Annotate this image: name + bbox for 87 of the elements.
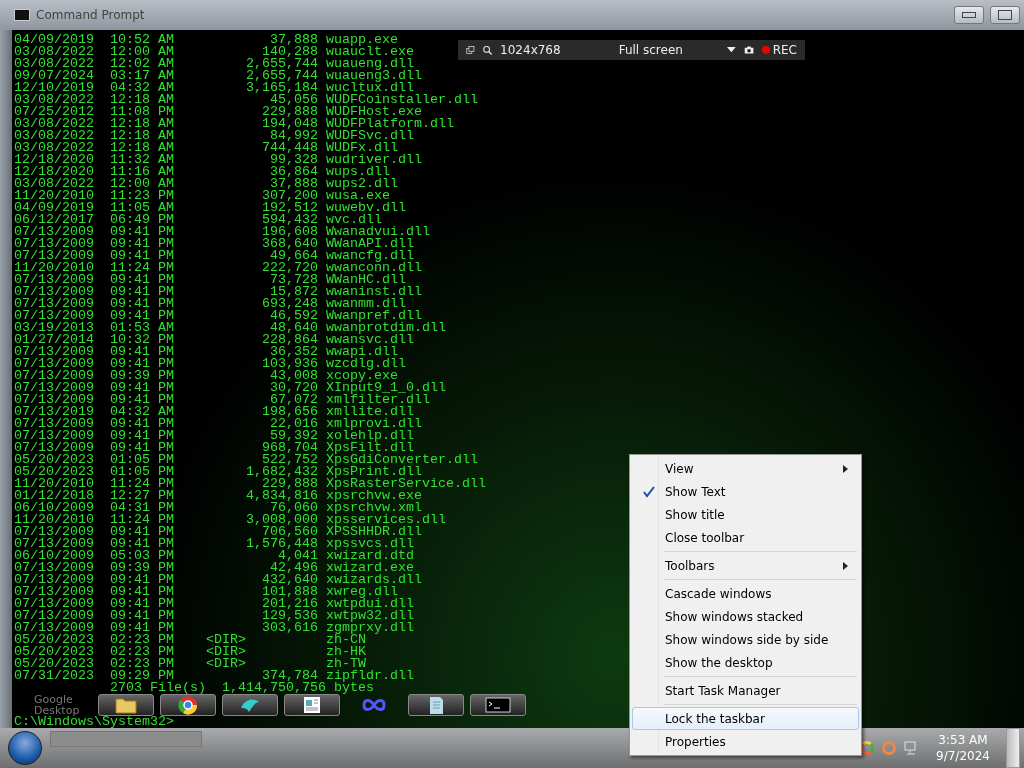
console-line: 07/13/2009 09:41 PM 30,720 XInput9_1_0.dll [14, 382, 446, 394]
menu-item[interactable]: Start Task Manager [632, 679, 859, 702]
console-line: 07/13/2009 09:39 PM 43,008 xcopy.exe [14, 370, 398, 382]
menu-item[interactable]: Properties [632, 730, 859, 753]
console-line: 07/13/2009 09:41 PM 1,576,448 xpssvcs.dll [14, 538, 414, 550]
console-line: 12/18/2020 11:32 AM 99,328 wudriver.dll [14, 154, 422, 166]
console-line: 07/13/2009 09:41 PM 432,640 xwizards.dll [14, 574, 422, 586]
console-line: 01/27/2014 10:32 PM 228,864 wwansvc.dll [14, 334, 414, 346]
console-line: 07/13/2009 09:41 PM 36,352 wwapi.dll [14, 346, 398, 358]
clock-date: 9/7/2024 [936, 748, 990, 764]
console-line: 07/13/2009 09:41 PM 103,936 wzcdlg.dll [14, 358, 406, 370]
command-prompt[interactable]: C:\Windows\System32> [14, 716, 174, 728]
menu-item-label: Properties [665, 734, 727, 749]
clock-time: 3:53 AM [938, 732, 988, 748]
console-line: 03/08/2022 12:18 AM 194,048 WUDFPlatform.dll [14, 118, 454, 130]
menu-item[interactable]: View [632, 457, 859, 480]
console-line: 01/12/2018 12:27 PM 4,834,816 xpsrchvw.exe [14, 490, 422, 502]
console-line: 03/08/2022 12:18 AM 84,992 WUDFSvc.dll [14, 130, 414, 142]
console-line: 07/13/2009 09:41 PM 73,728 WWanHC.dll [14, 274, 406, 286]
console-line: 11/20/2010 11:24 PM 229,888 XpsRasterService.dll [14, 478, 486, 490]
console-line: 07/13/2009 09:41 PM 59,392 xolehlp.dll [14, 430, 414, 442]
console-line: 06/10/2009 05:03 PM 4,041 xwizard.dtd [14, 550, 414, 562]
console-line: 06/12/2017 06:49 PM 594,432 wvc.dll [14, 214, 382, 226]
console-line: 11/20/2010 11:24 PM 222,720 wwanconn.dll [14, 262, 422, 274]
console-line: 03/08/2022 12:00 AM 140,288 wuauclt.exe [14, 46, 414, 58]
console-line: 07/13/2019 04:32 AM 198,656 xmllite.dll [14, 406, 414, 418]
menu-item-label: Show Text [665, 484, 727, 499]
console-line: 05/20/2023 01:05 PM 522,752 XpsGdiConverter.dll [14, 454, 478, 466]
menu-item-label: Close toolbar [665, 530, 746, 545]
record-button[interactable]: REC [761, 43, 797, 57]
menu-item[interactable]: Show Text [632, 480, 859, 503]
console-line: 07/13/2009 09:41 PM 22,016 xmlprovi.dll [14, 418, 422, 430]
resolution-label: 1024x768 [500, 43, 561, 57]
console-line: 07/13/2009 09:41 PM 368,640 WWanAPI.dll [14, 238, 414, 250]
console-line: 07/13/2009 09:41 PM 101,888 xwreg.dll [14, 586, 398, 598]
console-line: 07/13/2009 09:41 PM 693,248 wwanmm.dll [14, 298, 406, 310]
console-line: 11/20/2010 11:23 PM 307,200 wusa.exe [14, 190, 390, 202]
console-line: 09/07/2024 03:17 AM 2,655,744 wuaueng3.dll [14, 70, 422, 82]
menu-item-label: Lock the taskbar [665, 711, 766, 726]
menu-item-label: Start Task Manager [665, 683, 782, 698]
console-line: 03/19/2013 01:53 AM 48,640 wwanprotdim.dll [14, 322, 446, 334]
console-line: 07/13/2009 09:41 PM 15,872 wwaninst.dll [14, 286, 422, 298]
console-line: 12/10/2019 04:32 AM 3,165,184 wucltux.dll [14, 82, 414, 94]
menu-item-label: Toolbars [665, 558, 716, 573]
menu-item-label: Cascade windows [665, 586, 773, 601]
console-line: 05/20/2023 01:05 PM 1,682,432 XpsPrint.dll [14, 466, 422, 478]
menu-item-label: Show windows side by side [665, 632, 830, 647]
menu-item-label: Show the desktop [665, 655, 774, 670]
console-line: 07/13/2009 09:41 PM 303,616 zgmprxy.dll [14, 622, 414, 634]
console-line: 07/31/2023 09:29 PM 374,784 zipfldr.dll [14, 670, 414, 682]
console-line: 07/25/2012 11:08 PM 229,888 WUDFHost.exe [14, 106, 422, 118]
menu-item-label: Show windows stacked [665, 609, 805, 624]
menu-item-label: Show title [665, 507, 726, 522]
console-line: 06/10/2009 04:31 PM 76,060 xpsrchvw.xml [14, 502, 422, 514]
console-line: 03/08/2022 12:00 AM 37,888 wups2.dll [14, 178, 398, 190]
console-line: 03/08/2022 12:02 AM 2,655,744 wuaueng.dll [14, 58, 414, 70]
menu-item[interactable]: Cascade windows [632, 582, 859, 605]
console-line: 07/13/2009 09:39 PM 42,496 xwizard.exe [14, 562, 414, 574]
console-line: 12/18/2020 11:16 AM 36,864 wups.dll [14, 166, 390, 178]
menu-item-label: View [665, 461, 695, 476]
menu-item[interactable]: Show windows side by side [632, 628, 859, 651]
console-line: 07/13/2009 09:41 PM 968,704 XpsFilt.dll [14, 442, 414, 454]
console-line: 04/09/2019 10:52 AM 37,888 wuapp.exe [14, 34, 398, 46]
window-title: Command Prompt [36, 8, 145, 22]
console-line: 05/20/2023 02:23 PM <DIR> zh-TW [14, 658, 366, 670]
console-line: 07/13/2009 09:41 PM 706,560 XPSSHHDR.dll [14, 526, 422, 538]
menu-item[interactable]: Show the desktop [632, 651, 859, 674]
console-line: 07/13/2009 09:41 PM 67,072 xmlfilter.dll [14, 394, 430, 406]
console-line: 07/13/2009 09:41 PM 46,592 Wwanpref.dll [14, 310, 422, 322]
menu-item[interactable]: Close toolbar [632, 526, 859, 549]
console-line: 2703 File(s) 1,414,750,756 bytes [110, 682, 374, 694]
console-line: 04/09/2019 11:05 AM 192,512 wuwebv.dll [14, 202, 406, 214]
console-line: 07/13/2009 09:41 PM 196,608 Wwanadvui.dll [14, 226, 430, 238]
menu-item[interactable]: Lock the taskbar [632, 707, 859, 730]
desktop-icon-label: Google Desktop [34, 694, 80, 716]
console-line: 07/13/2009 09:41 PM 49,664 wwancfg.dll [14, 250, 414, 262]
console-line: 05/20/2023 02:23 PM <DIR> zh-HK [14, 646, 366, 658]
menu-item[interactable]: Show windows stacked [632, 605, 859, 628]
menu-item[interactable]: Toolbars [632, 554, 859, 577]
console-line: 03/08/2022 12:18 AM 45,056 WUDFCoinstaller.dll [14, 94, 478, 106]
menu-item[interactable]: Show title [632, 503, 859, 526]
console-line: 11/20/2010 11:24 PM 3,008,000 xpsservices.dll [14, 514, 446, 526]
console-line: 07/13/2009 09:41 PM 201,216 xwtpdui.dll [14, 598, 414, 610]
capture-mode-dropdown[interactable]: Full screen [618, 43, 683, 57]
console-line: 05/20/2023 02:23 PM <DIR> zh-CN [14, 634, 366, 646]
console-line: 07/13/2009 09:41 PM 129,536 xwtpw32.dll [14, 610, 414, 622]
console-line: 03/08/2022 12:18 AM 744,448 WUDFx.dll [14, 142, 398, 154]
